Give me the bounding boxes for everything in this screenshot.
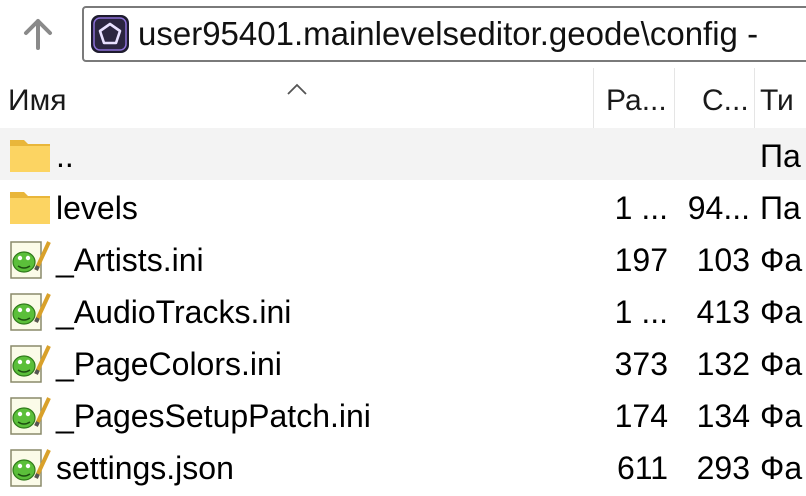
- file-compressed-size: 94...: [687, 190, 750, 226]
- file-name: ..: [56, 138, 74, 174]
- file-row-parent[interactable]: .. Па: [0, 128, 806, 180]
- file-compressed-size: 413: [696, 294, 750, 330]
- file-type: Фа: [760, 294, 803, 330]
- file-type: Фа: [760, 346, 803, 382]
- file-name: _PageColors.ini: [56, 346, 282, 382]
- notepad-file-icon: [10, 241, 51, 279]
- column-header-name[interactable]: Имя: [8, 68, 588, 128]
- arrow-up-icon: [24, 19, 52, 50]
- column-type-label: Ти: [760, 84, 794, 117]
- pentagon-app-icon: [91, 15, 129, 53]
- column-compressed-label: С...: [702, 84, 749, 117]
- column-header-compressed[interactable]: С...: [702, 68, 752, 128]
- folder-icon: [10, 192, 50, 224]
- folder-icon: [10, 140, 50, 172]
- sort-ascending-icon: [287, 83, 307, 95]
- file-compressed-size: 293: [696, 450, 750, 486]
- file-size: 1 ...: [614, 190, 668, 226]
- column-divider[interactable]: [674, 68, 675, 128]
- file-name: _PagesSetupPatch.ini: [56, 398, 371, 434]
- column-header-type[interactable]: Ти: [760, 68, 806, 128]
- file-size: 611: [616, 450, 668, 486]
- column-divider[interactable]: [754, 68, 755, 128]
- column-header-size[interactable]: Ра...: [606, 68, 672, 128]
- column-divider[interactable]: [593, 68, 594, 128]
- file-name: levels: [56, 190, 138, 226]
- file-size: 373: [614, 346, 668, 382]
- column-header: Имя Ра... С... Ти: [0, 68, 806, 128]
- file-row-settings[interactable]: settings.json 611 293 Фа: [0, 440, 806, 492]
- file-size: 197: [614, 242, 668, 278]
- notepad-file-icon: [10, 345, 51, 383]
- notepad-file-icon: [10, 293, 51, 331]
- file-compressed-size: 132: [696, 346, 750, 382]
- column-size-label: Ра...: [606, 84, 667, 117]
- up-button[interactable]: [12, 12, 64, 56]
- file-name: _AudioTracks.ini: [56, 294, 292, 330]
- notepad-file-icon: [10, 449, 51, 487]
- address-bar[interactable]: user95401.mainlevelseditor.geode\config …: [82, 6, 806, 62]
- file-type: Фа: [760, 450, 803, 486]
- file-row-pagecolors[interactable]: _PageColors.ini 373 132 Фа: [0, 336, 806, 388]
- notepad-file-icon: [10, 397, 51, 435]
- file-compressed-size: 103: [696, 242, 750, 278]
- file-row-pagessetuppatch[interactable]: _PagesSetupPatch.ini 174 134 Фа: [0, 388, 806, 440]
- file-compressed-size: 134: [696, 398, 750, 434]
- file-type: Па: [760, 138, 801, 174]
- file-size: 174: [614, 398, 668, 434]
- address-path: user95401.mainlevelseditor.geode\config …: [138, 15, 759, 52]
- file-row-audiotracks[interactable]: _AudioTracks.ini 1 ... 413 Фа: [0, 284, 806, 336]
- file-type: Па: [760, 190, 801, 226]
- file-size: 1 ...: [614, 294, 668, 330]
- file-row-artists[interactable]: _Artists.ini 197 103 Фа: [0, 232, 806, 284]
- file-name: settings.json: [56, 450, 234, 486]
- file-name: _Artists.ini: [56, 242, 204, 278]
- file-row-levels[interactable]: levels 1 ... 94... Па: [0, 180, 806, 232]
- toolbar: user95401.mainlevelseditor.geode\config …: [0, 0, 806, 68]
- file-type: Фа: [760, 242, 803, 278]
- file-type: Фа: [760, 398, 803, 434]
- column-name-label: Имя: [8, 84, 67, 117]
